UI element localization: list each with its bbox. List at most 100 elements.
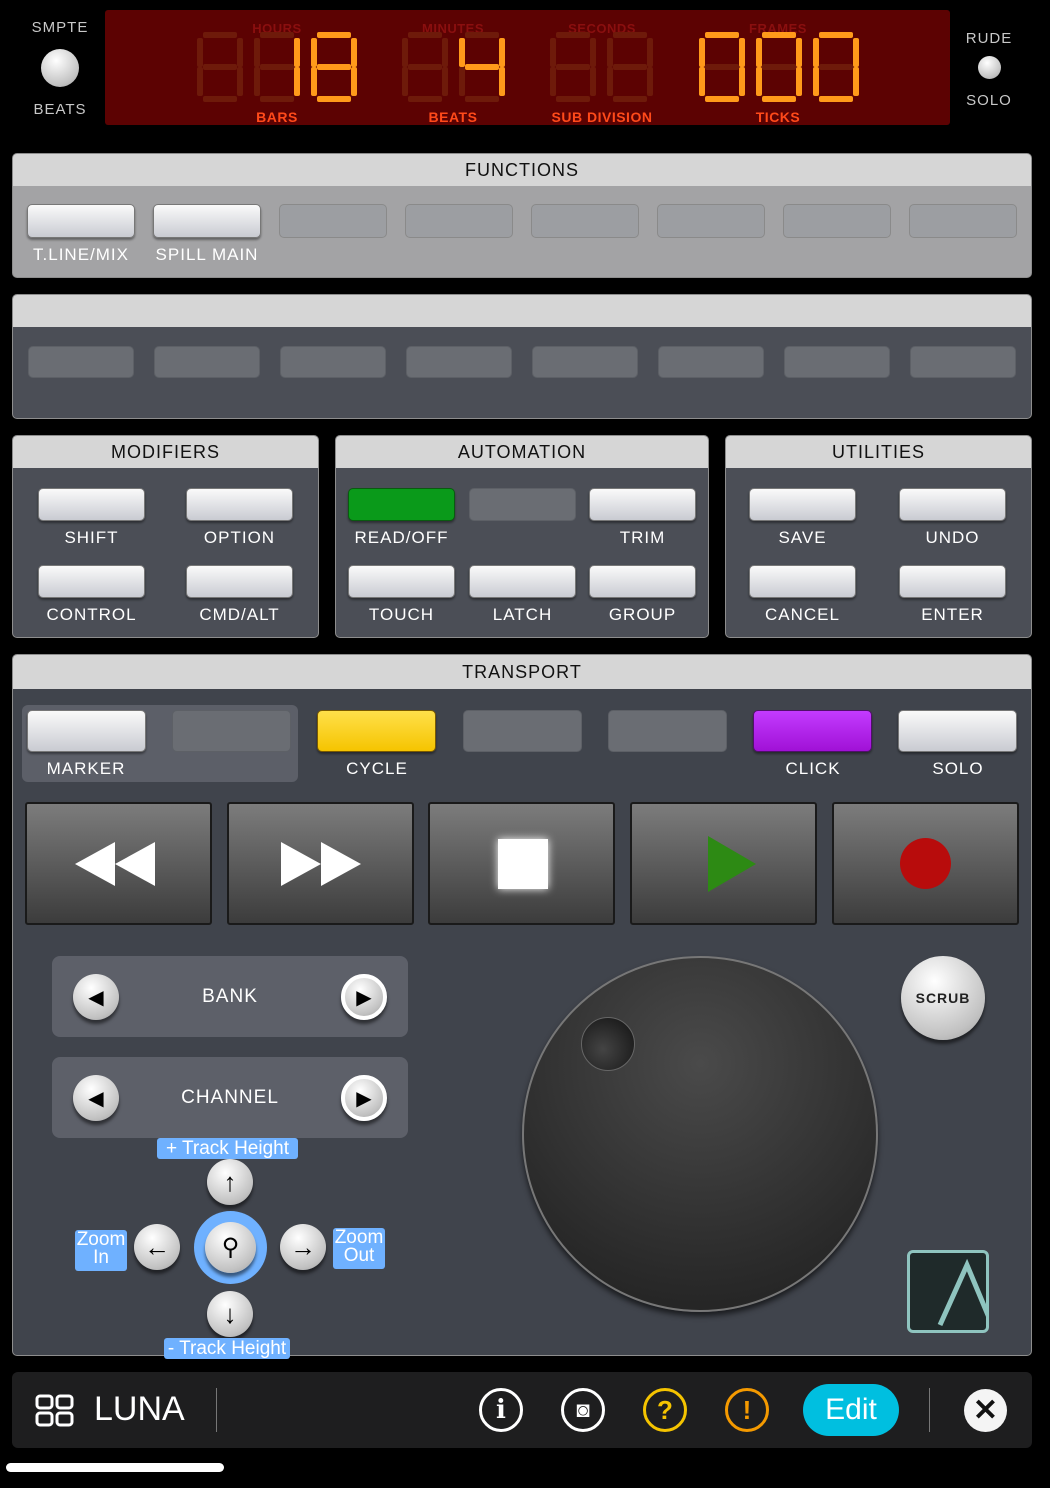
close-icon: ✕: [972, 1394, 999, 1427]
magnifier-icon: ⚲: [221, 1234, 240, 1261]
function-button-3[interactable]: [279, 204, 387, 238]
record-button[interactable]: [832, 802, 1019, 925]
secondary-button-3[interactable]: [280, 346, 386, 378]
function-button-1[interactable]: [27, 204, 135, 238]
time-display[interactable]: HOURS MINUTES SECONDS FRAMES BARS BEATS …: [105, 10, 950, 125]
warning-icon[interactable]: !: [725, 1388, 769, 1432]
function-button-2[interactable]: [153, 204, 261, 238]
home-indicator[interactable]: [6, 1463, 224, 1472]
rewind-button[interactable]: [25, 802, 212, 925]
sub-division-segment: [590, 67, 596, 96]
triangle-right-icon: ▶: [356, 986, 372, 1009]
sub-division-segment: [556, 96, 590, 102]
stop-button[interactable]: [428, 802, 615, 925]
utilities-button-3[interactable]: [899, 565, 1006, 598]
utilities-title: UTILITIES: [726, 436, 1031, 468]
ticks-segment: [813, 38, 819, 67]
grid-menu-icon[interactable]: [35, 1394, 75, 1428]
transport-label: SOLO: [932, 759, 984, 778]
automation-button-5[interactable]: [589, 565, 696, 598]
camera-icon[interactable]: ◙: [561, 1388, 605, 1432]
function-button-4[interactable]: [405, 204, 513, 238]
modifiers-label: OPTION: [203, 528, 276, 547]
sub-division-segment: [607, 38, 613, 67]
right-arrow-button[interactable]: →: [280, 1224, 326, 1270]
transport-button-5[interactable]: [753, 710, 872, 752]
transport-button-1[interactable]: [172, 710, 291, 752]
bars-segment: [197, 67, 203, 96]
edit-button[interactable]: Edit: [803, 1384, 899, 1436]
function-button-7[interactable]: [783, 204, 891, 238]
utilities-button-0[interactable]: [749, 488, 856, 521]
solo-label: SOLO: [966, 92, 1012, 109]
functions-title: FUNCTIONS: [13, 154, 1031, 186]
luna-logo-button[interactable]: [907, 1250, 989, 1333]
transport-button-2[interactable]: [317, 710, 436, 752]
luna-logo-icon: [937, 1258, 986, 1327]
utilities-button-2[interactable]: [749, 565, 856, 598]
stop-icon: [498, 839, 548, 889]
function-button-6[interactable]: [657, 204, 765, 238]
modifiers-button-0[interactable]: [38, 488, 145, 521]
triangle-left-icon: ◀: [88, 986, 104, 1009]
secondary-button-5[interactable]: [532, 346, 638, 378]
automation-button-0[interactable]: [348, 488, 455, 521]
channel-left-button[interactable]: ◀: [73, 1075, 119, 1121]
up-arrow-button[interactable]: ↑: [207, 1159, 253, 1205]
ticks-segment: [699, 67, 705, 96]
automation-button-3[interactable]: [348, 565, 455, 598]
play-button[interactable]: [630, 802, 817, 925]
smpte-beats-toggle[interactable]: [41, 49, 79, 87]
zoom-button[interactable]: ⚲: [205, 1222, 256, 1273]
automation-button-1[interactable]: [469, 488, 576, 521]
sub-division-segment: [647, 38, 653, 67]
left-arrow-button[interactable]: ←: [134, 1224, 180, 1270]
scrub-button[interactable]: SCRUB: [901, 956, 985, 1040]
automation-button-4[interactable]: [469, 565, 576, 598]
transport-button-6[interactable]: [898, 710, 1017, 752]
bars-label: BARS: [256, 109, 298, 125]
secondary-button-7[interactable]: [784, 346, 890, 378]
jog-wheel[interactable]: [522, 956, 878, 1312]
close-button[interactable]: ✕: [964, 1389, 1007, 1432]
sub-division-segment: [647, 67, 653, 96]
secondary-button-1[interactable]: [28, 346, 134, 378]
fast-forward-button[interactable]: [227, 802, 414, 925]
ticks-segment: [819, 64, 853, 70]
automation-button-2[interactable]: [589, 488, 696, 521]
sub-division-segment: [613, 64, 647, 70]
sub-division-segment: [613, 96, 647, 102]
beats-segment: [408, 96, 442, 102]
transport-button-0[interactable]: [27, 710, 146, 752]
down-arrow-button[interactable]: ↓: [207, 1291, 253, 1337]
automation-label: TRIM: [619, 528, 666, 547]
sub-division-segment: [607, 67, 613, 96]
play-icon: [708, 836, 756, 892]
arrow-down-icon: ↓: [223, 1298, 237, 1329]
track-height-plus-label: + Track Height: [157, 1138, 298, 1159]
bars-segment: [254, 38, 260, 67]
channel-right-button[interactable]: ▶: [341, 1075, 387, 1121]
bank-left-button[interactable]: ◀: [73, 974, 119, 1020]
rude-label: RUDE: [965, 30, 1013, 47]
utilities-button-1[interactable]: [899, 488, 1006, 521]
modifiers-button-3[interactable]: [186, 565, 293, 598]
help-icon[interactable]: ?: [643, 1388, 687, 1432]
secondary-button-4[interactable]: [406, 346, 512, 378]
transport-button-4[interactable]: [608, 710, 727, 752]
secondary-button-8[interactable]: [910, 346, 1016, 378]
secondary-button-6[interactable]: [658, 346, 764, 378]
modifiers-label: CONTROL: [46, 605, 137, 624]
secondary-button-2[interactable]: [154, 346, 260, 378]
beats-segment: [459, 67, 465, 96]
bank-right-button[interactable]: ▶: [341, 974, 387, 1020]
function-button-8[interactable]: [909, 204, 1017, 238]
ticks-segment: [762, 32, 796, 38]
transport-button-3[interactable]: [463, 710, 582, 752]
modifiers-button-1[interactable]: [186, 488, 293, 521]
modifiers-button-2[interactable]: [38, 565, 145, 598]
utilities-label: CANCEL: [765, 605, 840, 624]
function-button-5[interactable]: [531, 204, 639, 238]
bars-segment: [237, 67, 243, 96]
info-icon[interactable]: i: [479, 1388, 523, 1432]
